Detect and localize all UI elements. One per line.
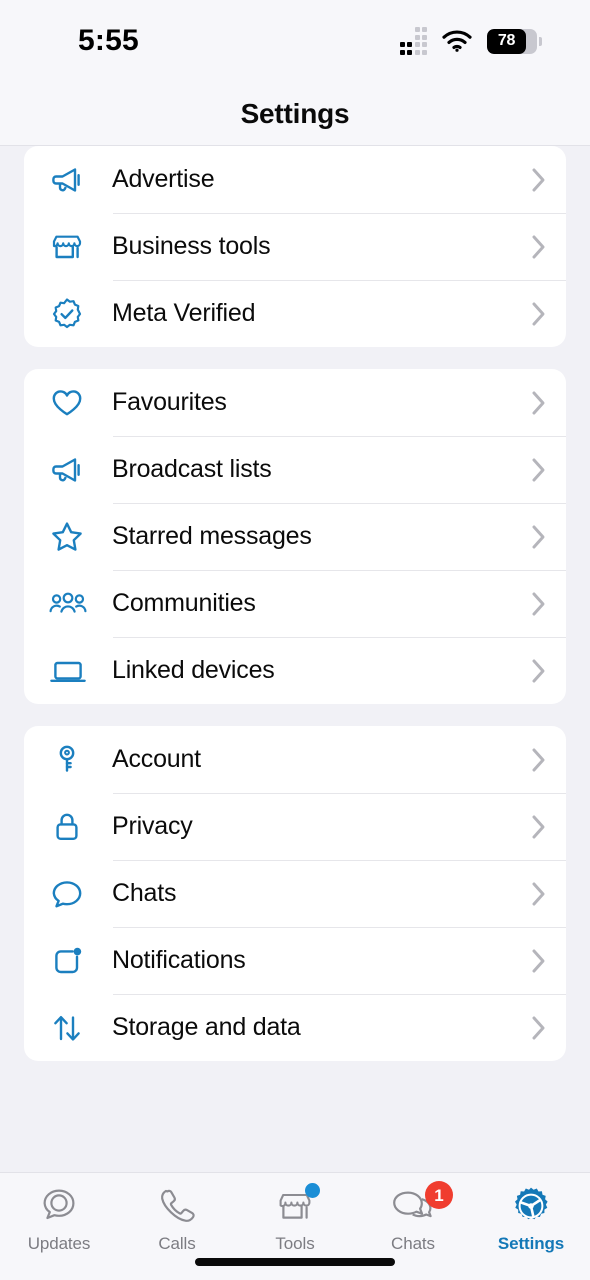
gear-icon (508, 1183, 554, 1229)
settings-row-label: Notifications (112, 946, 246, 974)
megaphone-icon (48, 451, 112, 489)
chevron-right-icon (526, 948, 566, 974)
laptop-icon (48, 652, 112, 690)
settings-row-label: Business tools (112, 232, 271, 260)
key-icon (48, 741, 112, 779)
settings-row-advertise[interactable]: Advertise (24, 146, 566, 213)
chevron-right-icon (526, 1015, 566, 1041)
settings-row-label: Privacy (112, 812, 193, 840)
arrows-updown-icon (48, 1009, 112, 1047)
chats-icon: 1 (389, 1181, 453, 1229)
tab-label: Settings (497, 1234, 565, 1253)
tab-calls[interactable]: Calls (118, 1183, 236, 1254)
notification-icon (48, 942, 112, 980)
tab-label: Calls (158, 1234, 196, 1253)
status-bar: 5:55 78 (0, 0, 590, 82)
chat-bubble-icon (48, 875, 112, 913)
settings-row-label: Linked devices (112, 656, 275, 684)
storefront-icon (272, 1183, 320, 1229)
account-section: Account Privacy Chats Notifications Stor… (24, 726, 566, 1061)
status-bar-indicators: 78 (399, 27, 542, 55)
chevron-right-icon (526, 524, 566, 550)
settings-row-label: Advertise (112, 165, 215, 193)
settings-row-business-tools[interactable]: Business tools (24, 213, 566, 280)
chevron-right-icon (526, 301, 566, 327)
star-icon (48, 518, 112, 556)
people-icon (48, 585, 112, 623)
tab-label: Chats (391, 1234, 435, 1253)
updates-icon (36, 1183, 82, 1229)
tab-label: Tools (275, 1234, 315, 1253)
tab-settings[interactable]: Settings (472, 1183, 590, 1254)
status-bar-time: 5:55 (78, 24, 139, 57)
settings-row-chats[interactable]: Chats (24, 860, 566, 927)
battery-icon: 78 (487, 28, 542, 54)
tab-updates[interactable]: Updates (0, 1183, 118, 1254)
navigation-bar: Settings (0, 82, 590, 146)
phone-icon (154, 1183, 200, 1229)
settings-row-meta-verified[interactable]: Meta Verified (24, 280, 566, 347)
megaphone-icon (48, 161, 112, 199)
settings-row-privacy[interactable]: Privacy (24, 793, 566, 860)
settings-row-communities[interactable]: Communities (24, 570, 566, 637)
verified-badge-icon (48, 295, 112, 333)
storefront-icon (48, 228, 112, 266)
chevron-right-icon (526, 234, 566, 260)
lists-section: Favourites Broadcast lists Starred messa… (24, 369, 566, 704)
settings-row-label: Storage and data (112, 1013, 301, 1041)
settings-row-broadcast-lists[interactable]: Broadcast lists (24, 436, 566, 503)
settings-row-label: Communities (112, 589, 256, 617)
settings-row-label: Starred messages (112, 522, 312, 550)
tab-tools[interactable]: Tools (236, 1183, 354, 1254)
tab-label: Updates (27, 1234, 91, 1253)
chevron-right-icon (526, 457, 566, 483)
chevron-right-icon (526, 814, 566, 840)
chevron-right-icon (526, 747, 566, 773)
tools-dot-badge (305, 1183, 320, 1198)
settings-row-notifications[interactable]: Notifications (24, 927, 566, 994)
settings-row-label: Favourites (112, 388, 227, 416)
signal-bars-icon (399, 27, 427, 55)
settings-list[interactable]: Advertise Business tools Meta Verified F… (0, 146, 590, 1172)
settings-row-account[interactable]: Account (24, 726, 566, 793)
chevron-right-icon (526, 881, 566, 907)
settings-row-label: Meta Verified (112, 299, 256, 327)
settings-row-linked-devices[interactable]: Linked devices (24, 637, 566, 704)
heart-icon (48, 384, 112, 422)
chevron-right-icon (526, 591, 566, 617)
home-indicator (195, 1258, 395, 1266)
settings-row-label: Account (112, 745, 201, 773)
business-section: Advertise Business tools Meta Verified (24, 146, 566, 347)
settings-row-label: Broadcast lists (112, 455, 272, 483)
settings-row-storage-and-data[interactable]: Storage and data (24, 994, 566, 1061)
page-title: Settings (240, 97, 350, 129)
chevron-right-icon (526, 390, 566, 416)
chevron-right-icon (526, 658, 566, 684)
settings-row-starred-messages[interactable]: Starred messages (24, 503, 566, 570)
chats-badge: 1 (425, 1181, 453, 1209)
settings-row-label: Chats (112, 879, 177, 907)
settings-screen: 5:55 78 Settings Advertise Business tool… (0, 0, 590, 1280)
settings-row-favourites[interactable]: Favourites (24, 369, 566, 436)
tab-chats[interactable]: 1 Chats (354, 1181, 472, 1254)
chevron-right-icon (526, 167, 566, 193)
wifi-icon (441, 29, 473, 53)
battery-level: 78 (497, 32, 516, 49)
lock-icon (48, 808, 112, 846)
